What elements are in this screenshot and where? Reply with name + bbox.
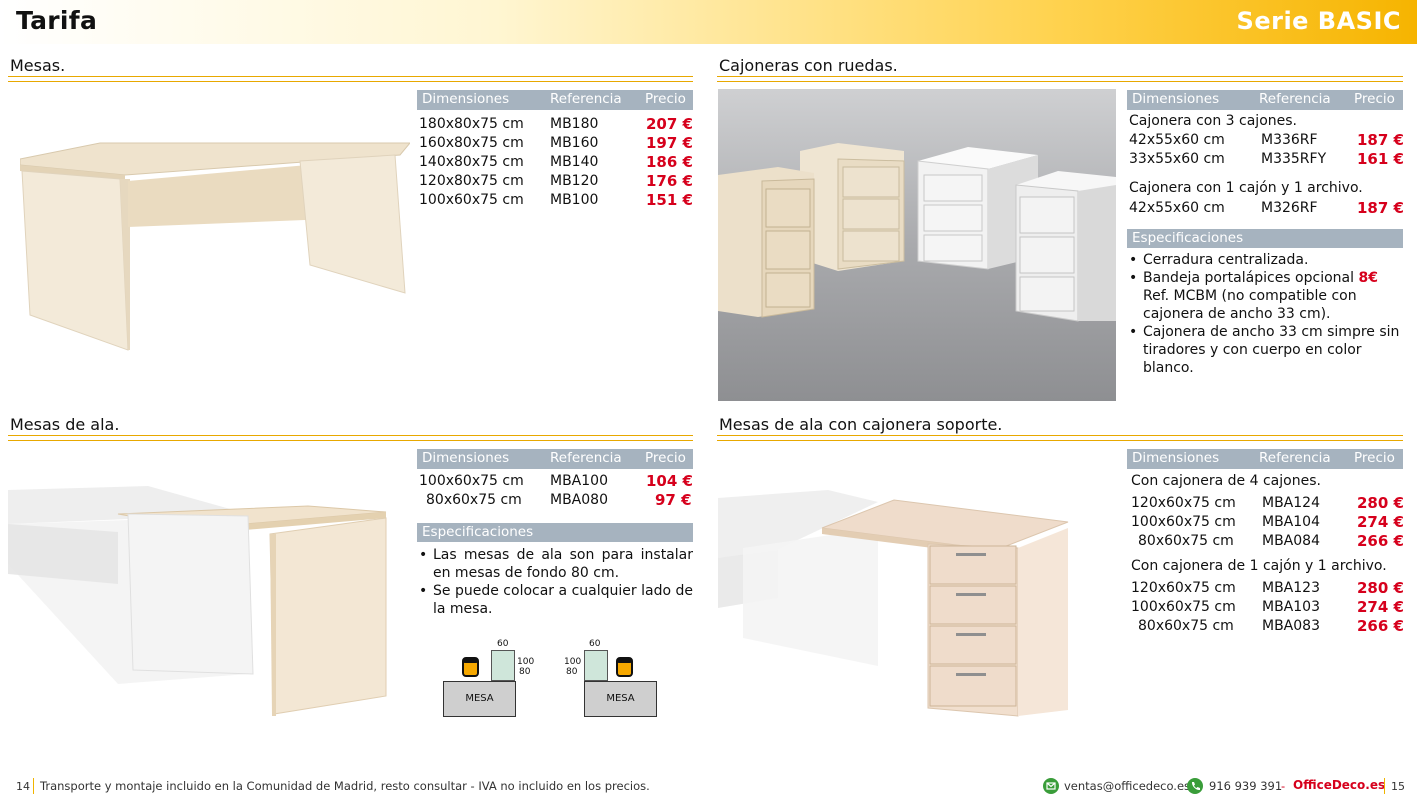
spec-item: Cajonera de ancho 33 cm simpre sin tirad… — [1129, 323, 1401, 377]
table-header-mesas-ala: Dimensiones Referencia Precio — [417, 449, 693, 469]
diagram-ala-box — [491, 650, 515, 681]
page-header: Tarifa Serie BASIC — [0, 0, 1417, 44]
section-rule — [8, 435, 693, 441]
section-rule — [8, 76, 693, 82]
chair-icon — [616, 657, 633, 677]
col-referencia: Referencia — [550, 91, 622, 107]
col-dimensiones: Dimensiones — [1132, 91, 1220, 107]
section-rule — [717, 76, 1403, 82]
page-title: Tarifa — [16, 6, 98, 35]
col-dimensiones: Dimensiones — [422, 91, 510, 107]
group-label: Cajonera con 1 cajón y 1 archivo. — [1129, 180, 1363, 196]
diagram-depth-label: 100 — [564, 657, 582, 667]
group-label: Cajonera con 3 cajones. — [1129, 113, 1297, 129]
col-referencia: Referencia — [1259, 450, 1331, 466]
group-label: Con cajonera de 1 cajón y 1 archivo. — [1131, 558, 1387, 574]
col-precio: Precio — [1354, 450, 1395, 466]
diagram-depth-label: 80 — [519, 667, 531, 677]
section-rule — [717, 435, 1403, 441]
col-referencia: Referencia — [550, 450, 622, 466]
diagram-mesa-box: MESA — [443, 681, 516, 717]
spec-list-cajoneras: Cerradura centralizada. Bandeja portaláp… — [1129, 251, 1401, 377]
col-dimensiones: Dimensiones — [422, 450, 510, 466]
page-number-right: 15 — [1391, 780, 1405, 793]
section-title-cajoneras: Cajoneras con ruedas. — [719, 56, 898, 75]
drawer-units-image — [718, 89, 1116, 401]
col-precio: Precio — [1354, 91, 1395, 107]
diagram-width-label: 60 — [497, 639, 509, 649]
spec-item: Cerradura centralizada. — [1129, 251, 1401, 269]
email-icon — [1043, 778, 1059, 794]
diagram-depth-label: 80 — [566, 667, 578, 677]
spec-header-cajoneras: Especificaciones — [1127, 229, 1403, 248]
table-header-ala-cajonera: Dimensiones Referencia Precio — [1127, 449, 1403, 469]
footer-dash: - — [1281, 779, 1286, 793]
section-title-mesas: Mesas. — [10, 56, 66, 75]
spec-item: Las mesas de ala son para instalar en me… — [419, 546, 693, 582]
footer-divider — [1384, 778, 1385, 794]
page-number-left: 14 — [16, 780, 30, 793]
placement-diagram: 60 100 80 MESA 60 100 80 MESA — [440, 636, 680, 720]
footer-brand[interactable]: OfficeDeco.es — [1293, 778, 1385, 792]
spec-header-mesas-ala: Especificaciones — [417, 523, 693, 542]
page-footer: 14 Transporte y montaje incluido en la C… — [0, 770, 1417, 800]
spec-item: Se puede colocar a cualquier lado de la … — [419, 582, 693, 618]
section-title-ala-cajonera: Mesas de ala con cajonera soporte. — [719, 415, 1003, 434]
col-dimensiones: Dimensiones — [1132, 450, 1220, 466]
table-header-cajoneras: Dimensiones Referencia Precio — [1127, 90, 1403, 110]
side-table-image — [8, 486, 387, 716]
diagram-width-label: 60 — [589, 639, 601, 649]
group-label: Con cajonera de 4 cajones. — [1131, 473, 1321, 489]
spec-list-mesas-ala: Las mesas de ala son para instalar en me… — [419, 546, 693, 618]
spec-item: Bandeja portalápices opcional 8€ Ref. MC… — [1129, 269, 1401, 323]
col-referencia: Referencia — [1259, 91, 1331, 107]
series-title: Serie BASIC — [1236, 7, 1401, 35]
table-header-mesas: Dimensiones Referencia Precio — [417, 90, 693, 110]
footer-phone[interactable]: 916 939 391 — [1209, 779, 1282, 793]
section-title-mesas-ala: Mesas de ala. — [10, 415, 120, 434]
diagram-depth-label: 100 — [517, 657, 535, 667]
diagram-ala-box — [584, 650, 608, 681]
side-table-cajonera-image — [718, 490, 1069, 717]
diagram-mesa-box: MESA — [584, 681, 657, 717]
desk-image — [20, 142, 410, 351]
col-precio: Precio — [645, 91, 686, 107]
footer-divider — [33, 778, 34, 794]
col-precio: Precio — [645, 450, 686, 466]
chair-icon — [462, 657, 479, 677]
footer-note: Transporte y montaje incluido en la Comu… — [40, 779, 650, 793]
footer-email[interactable]: ventas@officedeco.es — [1064, 779, 1190, 793]
phone-icon — [1187, 778, 1203, 794]
